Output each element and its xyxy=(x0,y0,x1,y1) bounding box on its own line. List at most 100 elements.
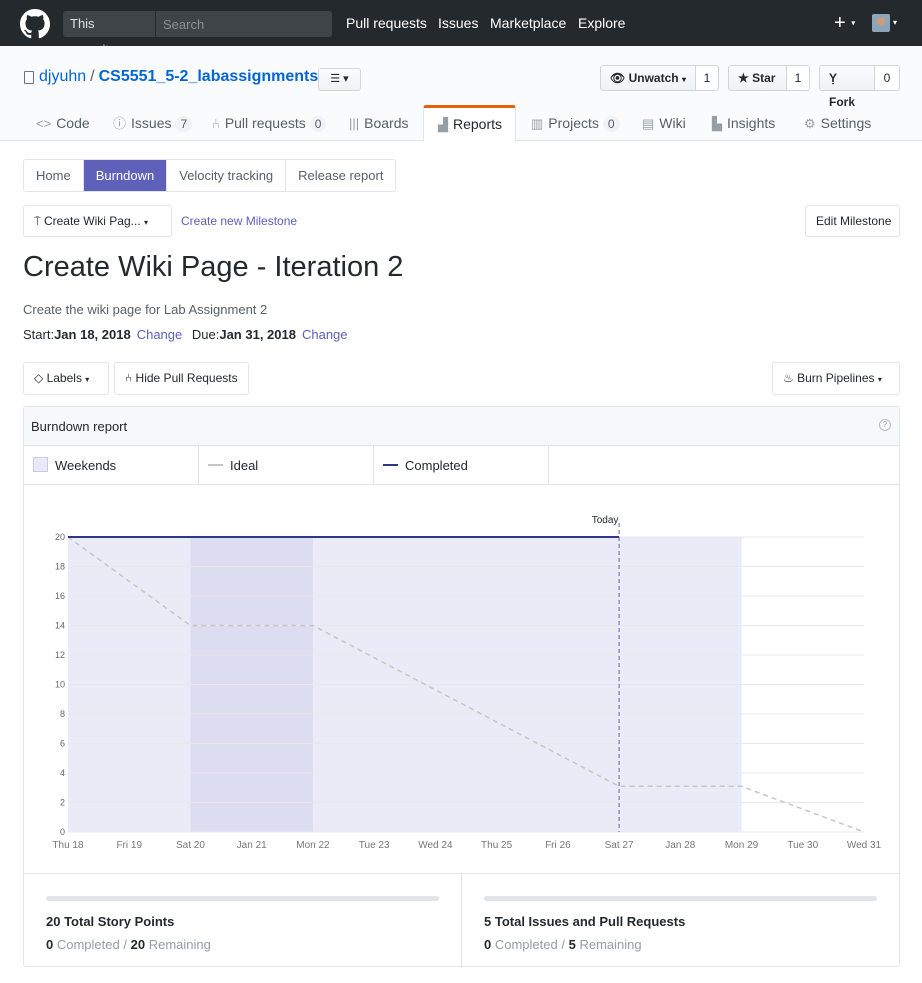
tab-settings[interactable]: ⚙ Settings xyxy=(804,105,871,141)
tab-boards-label: Boards xyxy=(364,115,409,131)
tab-reports[interactable]: ▟ Reports xyxy=(423,105,516,142)
labels-filter-button[interactable]: ◇ Labels ▾ xyxy=(23,362,109,395)
y-tick-label: 0 xyxy=(60,827,65,837)
y-tick-label: 4 xyxy=(60,768,65,778)
fork-button[interactable]: Ỵ Fork xyxy=(819,65,875,109)
unwatch-button[interactable]: 👁 Unwatch ▾ xyxy=(600,65,696,91)
x-tick-label: Fri 19 xyxy=(116,840,142,851)
x-tick-label: Wed 31 xyxy=(847,840,882,851)
story-points-stat: 20 Total Story Points 0 Completed / 20 R… xyxy=(24,874,462,968)
tab-insights[interactable]: ▙ Insights xyxy=(712,105,775,141)
topnav-explore[interactable]: Explore xyxy=(578,15,625,31)
sp-completed-count: 0 xyxy=(46,937,54,952)
topnav-pull-requests[interactable]: Pull requests xyxy=(346,15,427,31)
repo-title-separator: / xyxy=(90,68,95,85)
caret-down-icon[interactable]: ▾ xyxy=(893,18,897,27)
issues-title: 5 Total Issues and Pull Requests xyxy=(484,914,686,929)
tab-code-label: Code xyxy=(56,115,90,131)
change-start-link[interactable]: Change xyxy=(137,327,183,342)
x-tick-label: Mon 22 xyxy=(296,840,330,851)
tab-projects-label: Projects xyxy=(548,115,599,131)
hide-pull-requests-button[interactable]: ⑃ Hide Pull Requests xyxy=(114,362,249,395)
issues-completed-count: 0 xyxy=(484,937,492,952)
start-label: Start: xyxy=(23,327,55,342)
graph-icon: ▟ xyxy=(438,117,448,132)
x-tick-label: Sat 27 xyxy=(605,840,634,851)
pulls-counter: 0 xyxy=(309,116,327,132)
boards-icon: ||| xyxy=(349,116,360,131)
tab-pull-requests[interactable]: ⑃ Pull requests 0 xyxy=(212,105,327,141)
search-input[interactable] xyxy=(157,11,332,37)
star-icon: ★ xyxy=(738,71,749,85)
milestone-selector[interactable]: ⍑ Create Wiki Pag... ▾ xyxy=(23,205,172,237)
x-tick-label: Tue 23 xyxy=(359,840,390,851)
tab-pulls-label: Pull requests xyxy=(224,115,306,131)
y-tick-label: 16 xyxy=(55,591,65,601)
unwatch-label: Unwatch xyxy=(628,71,679,85)
tab-issues-label: Issues xyxy=(131,115,172,131)
git-pull-request-icon: ⑃ xyxy=(125,371,133,385)
watchers-count[interactable]: 1 xyxy=(696,65,719,91)
github-logo-icon[interactable] xyxy=(20,9,50,39)
y-tick-label: 2 xyxy=(60,798,65,808)
tab-code[interactable]: <> Code xyxy=(36,105,90,141)
repo-owner-link[interactable]: djyuhn xyxy=(39,68,86,85)
user-avatar[interactable] xyxy=(872,14,890,32)
edit-milestone-button[interactable]: Edit Milestone xyxy=(805,205,900,237)
milestone-selector-label: Create Wiki Pag... xyxy=(43,214,141,228)
x-tick-label: Thu 25 xyxy=(481,840,513,851)
story-points-title: 20 Total Story Points xyxy=(46,914,175,929)
gear-icon: ⚙ xyxy=(804,116,816,131)
issues-slash: / xyxy=(561,937,565,952)
graph-icon: ▙ xyxy=(712,116,722,131)
stargazers-count[interactable]: 1 xyxy=(787,65,810,91)
subnav-burndown[interactable]: Burndown xyxy=(83,160,168,191)
y-tick-label: 10 xyxy=(55,680,65,690)
repo-icon xyxy=(24,71,34,84)
tab-wiki-label: Wiki xyxy=(659,115,686,131)
y-tick-label: 18 xyxy=(55,562,65,572)
eye-icon: 👁 xyxy=(610,71,626,85)
burn-pipelines-label: Burn Pipelines xyxy=(797,371,875,385)
hide-prs-label: Hide Pull Requests xyxy=(135,371,238,385)
fork-icon: Ỵ xyxy=(829,71,838,85)
repo-name-link[interactable]: CS5551_5-2_labassignments xyxy=(99,68,319,85)
caret-down-icon: ▾ xyxy=(144,218,149,227)
tab-boards[interactable]: ||| Boards xyxy=(349,105,409,141)
topnav-marketplace[interactable]: Marketplace xyxy=(490,15,566,31)
tab-wiki[interactable]: ▤ Wiki xyxy=(642,105,686,141)
create-new-menu[interactable]: + ▾ xyxy=(834,13,855,34)
tab-issues[interactable]: ⓘ Issues 7 xyxy=(113,105,193,141)
issues-counter: 7 xyxy=(175,116,193,132)
code-icon: <> xyxy=(36,116,52,131)
list-menu-button[interactable]: ☰ ▾ xyxy=(318,68,361,91)
create-milestone-link[interactable]: Create new Milestone xyxy=(181,214,297,228)
subnav-velocity-tracking[interactable]: Velocity tracking xyxy=(167,160,287,191)
subnav-release-report[interactable]: Release report xyxy=(286,160,395,191)
y-tick-label: 6 xyxy=(60,739,65,749)
star-button[interactable]: ★ Star xyxy=(728,65,787,91)
git-pull-request-icon: ⑃ xyxy=(212,116,220,131)
labels-label: Labels xyxy=(46,371,82,385)
search-scope-label[interactable]: This repository xyxy=(63,11,156,57)
story-points-breakdown: 0 Completed / 20 Remaining xyxy=(46,937,211,952)
x-tick-label: Jan 28 xyxy=(665,840,695,851)
milestone-description: Create the wiki page for Lab Assignment … xyxy=(23,302,268,317)
star-label: Star xyxy=(752,71,776,85)
burn-pipelines-button[interactable]: ♨ Burn Pipelines ▾ xyxy=(772,362,900,395)
caret-down-icon: ▾ xyxy=(681,75,686,84)
milestone-icon: ⍑ xyxy=(34,216,41,228)
change-due-link[interactable]: Change xyxy=(302,327,348,342)
x-tick-label: Sat 20 xyxy=(176,840,205,851)
subnav-home[interactable]: Home xyxy=(24,160,84,191)
y-tick-label: 20 xyxy=(55,532,65,542)
tab-settings-label: Settings xyxy=(820,115,872,131)
sp-completed-label: Completed xyxy=(56,937,120,952)
tab-projects[interactable]: ▥ Projects 0 xyxy=(531,105,620,141)
tab-insights-label: Insights xyxy=(727,115,776,131)
y-tick-label: 14 xyxy=(55,621,65,631)
issues-remaining-label: Remaining xyxy=(579,937,642,952)
reports-subnav: Home Burndown Velocity tracking Release … xyxy=(23,159,397,192)
forks-count[interactable]: 0 xyxy=(875,65,900,91)
topnav-issues[interactable]: Issues xyxy=(438,15,478,31)
